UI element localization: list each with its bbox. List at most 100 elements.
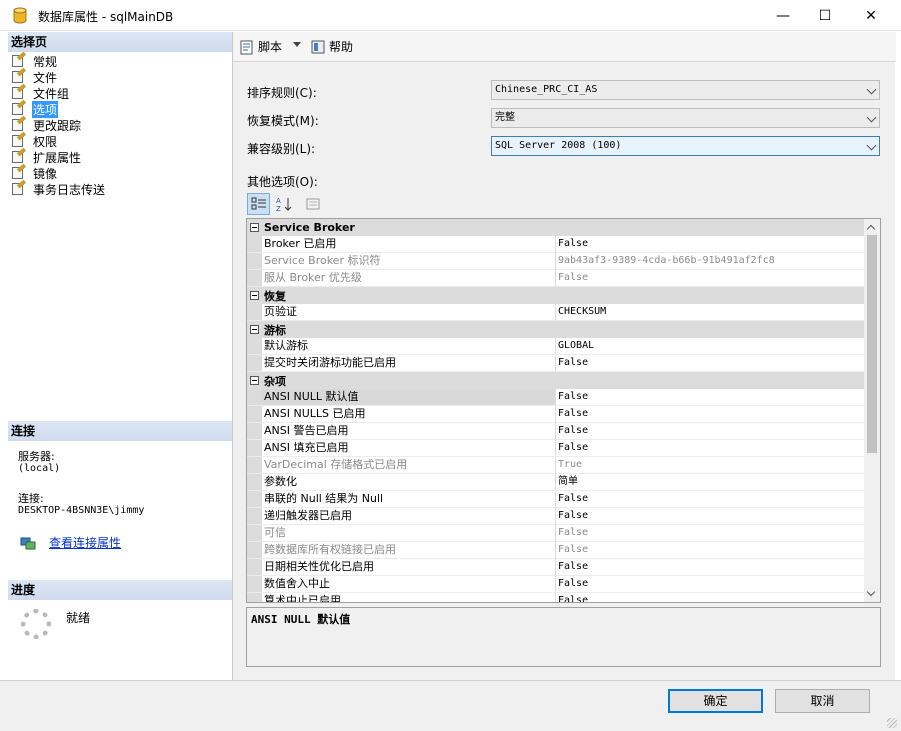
property-value[interactable]: False bbox=[556, 542, 865, 558]
grid-row[interactable]: Service Broker 标识符 9ab43af3-9389-4cda-b66… bbox=[247, 253, 865, 270]
recovery-value: 完整 bbox=[495, 112, 515, 123]
property-value[interactable]: 简单 bbox=[556, 474, 865, 490]
property-grid[interactable]: Service Broker Broker 已启用 False Service Bro… bbox=[246, 218, 881, 603]
categorized-button[interactable] bbox=[247, 193, 270, 215]
server-value: (local) bbox=[18, 463, 61, 474]
page-item[interactable]: 选项 bbox=[11, 99, 106, 118]
grid-row[interactable]: VarDecimal 存储格式已启用 True bbox=[247, 457, 865, 474]
page-item[interactable]: 更改跟踪 bbox=[11, 115, 106, 133]
resize-grip-icon[interactable] bbox=[887, 718, 897, 728]
connection-value: DESKTOP-4BSNN3E\jimmy bbox=[18, 505, 145, 516]
grid-row[interactable]: 跨数据库所有权链接已启用 False bbox=[247, 542, 865, 559]
svg-text:Z: Z bbox=[276, 205, 281, 212]
collapse-icon[interactable] bbox=[250, 376, 259, 385]
page-item[interactable]: 常规 bbox=[11, 51, 106, 69]
property-value[interactable]: False bbox=[556, 525, 865, 541]
grid-category[interactable]: 杂项 bbox=[247, 372, 865, 389]
chevron-down-icon bbox=[866, 140, 877, 151]
collapse-icon[interactable] bbox=[250, 223, 259, 232]
maximize-button[interactable]: ☐ bbox=[802, 0, 848, 31]
vertical-scrollbar[interactable] bbox=[864, 219, 880, 602]
property-value[interactable]: CHECKSUM bbox=[556, 304, 865, 320]
property-value[interactable]: False bbox=[556, 576, 865, 592]
property-value[interactable]: False bbox=[556, 270, 865, 286]
property-value[interactable]: False bbox=[556, 508, 865, 524]
grid-row[interactable]: ANSI 警告已启用 False bbox=[247, 423, 865, 440]
property-value[interactable]: GLOBAL bbox=[556, 338, 865, 354]
property-value[interactable]: False bbox=[556, 593, 865, 602]
ok-button[interactable]: 确定 bbox=[668, 689, 763, 713]
row-gutter bbox=[247, 406, 262, 422]
compat-combo[interactable]: SQL Server 2008 (100) bbox=[491, 136, 880, 156]
view-connection-properties[interactable]: 查看连接属性 bbox=[20, 534, 121, 551]
grid-row[interactable]: 可信 False bbox=[247, 525, 865, 542]
progress-status: 就绪 bbox=[66, 611, 91, 625]
property-name: Broker 已启用 bbox=[262, 236, 556, 252]
page-item[interactable]: 事务日志传送 bbox=[11, 179, 106, 197]
grid-row[interactable]: ANSI 填充已启用 False bbox=[247, 440, 865, 457]
property-value[interactable]: False bbox=[556, 440, 865, 456]
property-value[interactable]: False bbox=[556, 423, 865, 439]
page-settings-icon bbox=[11, 147, 27, 164]
collation-combo[interactable]: Chinese_PRC_CI_AS bbox=[491, 80, 880, 100]
property-pages-button[interactable] bbox=[301, 193, 324, 215]
page-item[interactable]: 文件 bbox=[11, 67, 106, 85]
script-dropdown-icon[interactable] bbox=[293, 42, 301, 47]
grid-category-label: 杂项 bbox=[264, 374, 286, 388]
collapse-icon[interactable] bbox=[250, 325, 259, 334]
alphabetical-button[interactable]: A Z bbox=[272, 193, 295, 215]
property-value[interactable]: False bbox=[556, 355, 865, 371]
page-item[interactable]: 扩展属性 bbox=[11, 147, 106, 165]
property-name: ANSI 填充已启用 bbox=[262, 440, 556, 456]
grid-category[interactable]: 游标 bbox=[247, 321, 865, 338]
page-item[interactable]: 镜像 bbox=[11, 163, 106, 181]
grid-row[interactable]: ANSI NULLS 已启用 False bbox=[247, 406, 865, 423]
close-button[interactable]: ✕ bbox=[848, 0, 894, 31]
scroll-thumb[interactable] bbox=[867, 235, 877, 453]
page-settings-icon bbox=[11, 99, 27, 116]
row-gutter bbox=[247, 491, 262, 507]
page-item[interactable]: 文件组 bbox=[11, 83, 106, 101]
property-value[interactable]: False bbox=[556, 559, 865, 575]
script-button[interactable]: 脚本 bbox=[239, 38, 282, 55]
property-value[interactable]: True bbox=[556, 457, 865, 473]
grid-row[interactable]: 递归触发器已启用 False bbox=[247, 508, 865, 525]
property-value[interactable]: False bbox=[556, 406, 865, 422]
row-gutter bbox=[247, 559, 262, 575]
property-value[interactable]: False bbox=[556, 236, 865, 252]
property-value[interactable]: False bbox=[556, 491, 865, 507]
minimize-button[interactable]: — bbox=[760, 0, 806, 31]
grid-row[interactable]: 算术中止已启用 False bbox=[247, 593, 865, 602]
grid-row[interactable]: 日期相关性优化已启用 False bbox=[247, 559, 865, 576]
row-gutter bbox=[247, 270, 262, 286]
grid-row[interactable]: Broker 已启用 False bbox=[247, 236, 865, 253]
help-button[interactable]: 帮助 bbox=[310, 38, 353, 55]
grid-row[interactable]: 数值舍入中止 False bbox=[247, 576, 865, 593]
dialog-footer: 确定 取消 bbox=[0, 680, 901, 731]
grid-row[interactable]: 默认游标 GLOBAL bbox=[247, 338, 865, 355]
grid-row[interactable]: 页验证 CHECKSUM bbox=[247, 304, 865, 321]
recovery-combo[interactable]: 完整 bbox=[491, 108, 880, 128]
view-connection-link[interactable]: 查看连接属性 bbox=[49, 534, 121, 551]
scroll-up-icon[interactable] bbox=[866, 224, 876, 234]
grid-row[interactable]: ANSI NULL 默认值 False bbox=[247, 389, 865, 406]
property-name: ANSI 警告已启用 bbox=[262, 423, 556, 439]
property-name: 页验证 bbox=[262, 304, 556, 320]
page-item[interactable]: 权限 bbox=[11, 131, 106, 149]
row-gutter bbox=[247, 338, 262, 354]
property-value[interactable]: False bbox=[556, 389, 865, 405]
collapse-icon[interactable] bbox=[250, 291, 259, 300]
grid-category[interactable]: 恢复 bbox=[247, 287, 865, 304]
row-gutter bbox=[247, 440, 262, 456]
grid-category[interactable]: Service Broker bbox=[247, 219, 865, 236]
page-settings-icon bbox=[11, 179, 27, 196]
grid-row[interactable]: 串联的 Null 结果为 Null False bbox=[247, 491, 865, 508]
property-name: 算术中止已启用 bbox=[262, 593, 556, 602]
page-settings-icon bbox=[11, 115, 27, 132]
property-value[interactable]: 9ab43af3-9389-4cda-b66b-91b491af2fc8 bbox=[556, 253, 865, 269]
grid-row[interactable]: 提交时关闭游标功能已启用 False bbox=[247, 355, 865, 372]
grid-row[interactable]: 参数化 简单 bbox=[247, 474, 865, 491]
grid-row[interactable]: 服从 Broker 优先级 False bbox=[247, 270, 865, 287]
cancel-button[interactable]: 取消 bbox=[775, 689, 870, 713]
scroll-down-icon[interactable] bbox=[866, 587, 876, 597]
